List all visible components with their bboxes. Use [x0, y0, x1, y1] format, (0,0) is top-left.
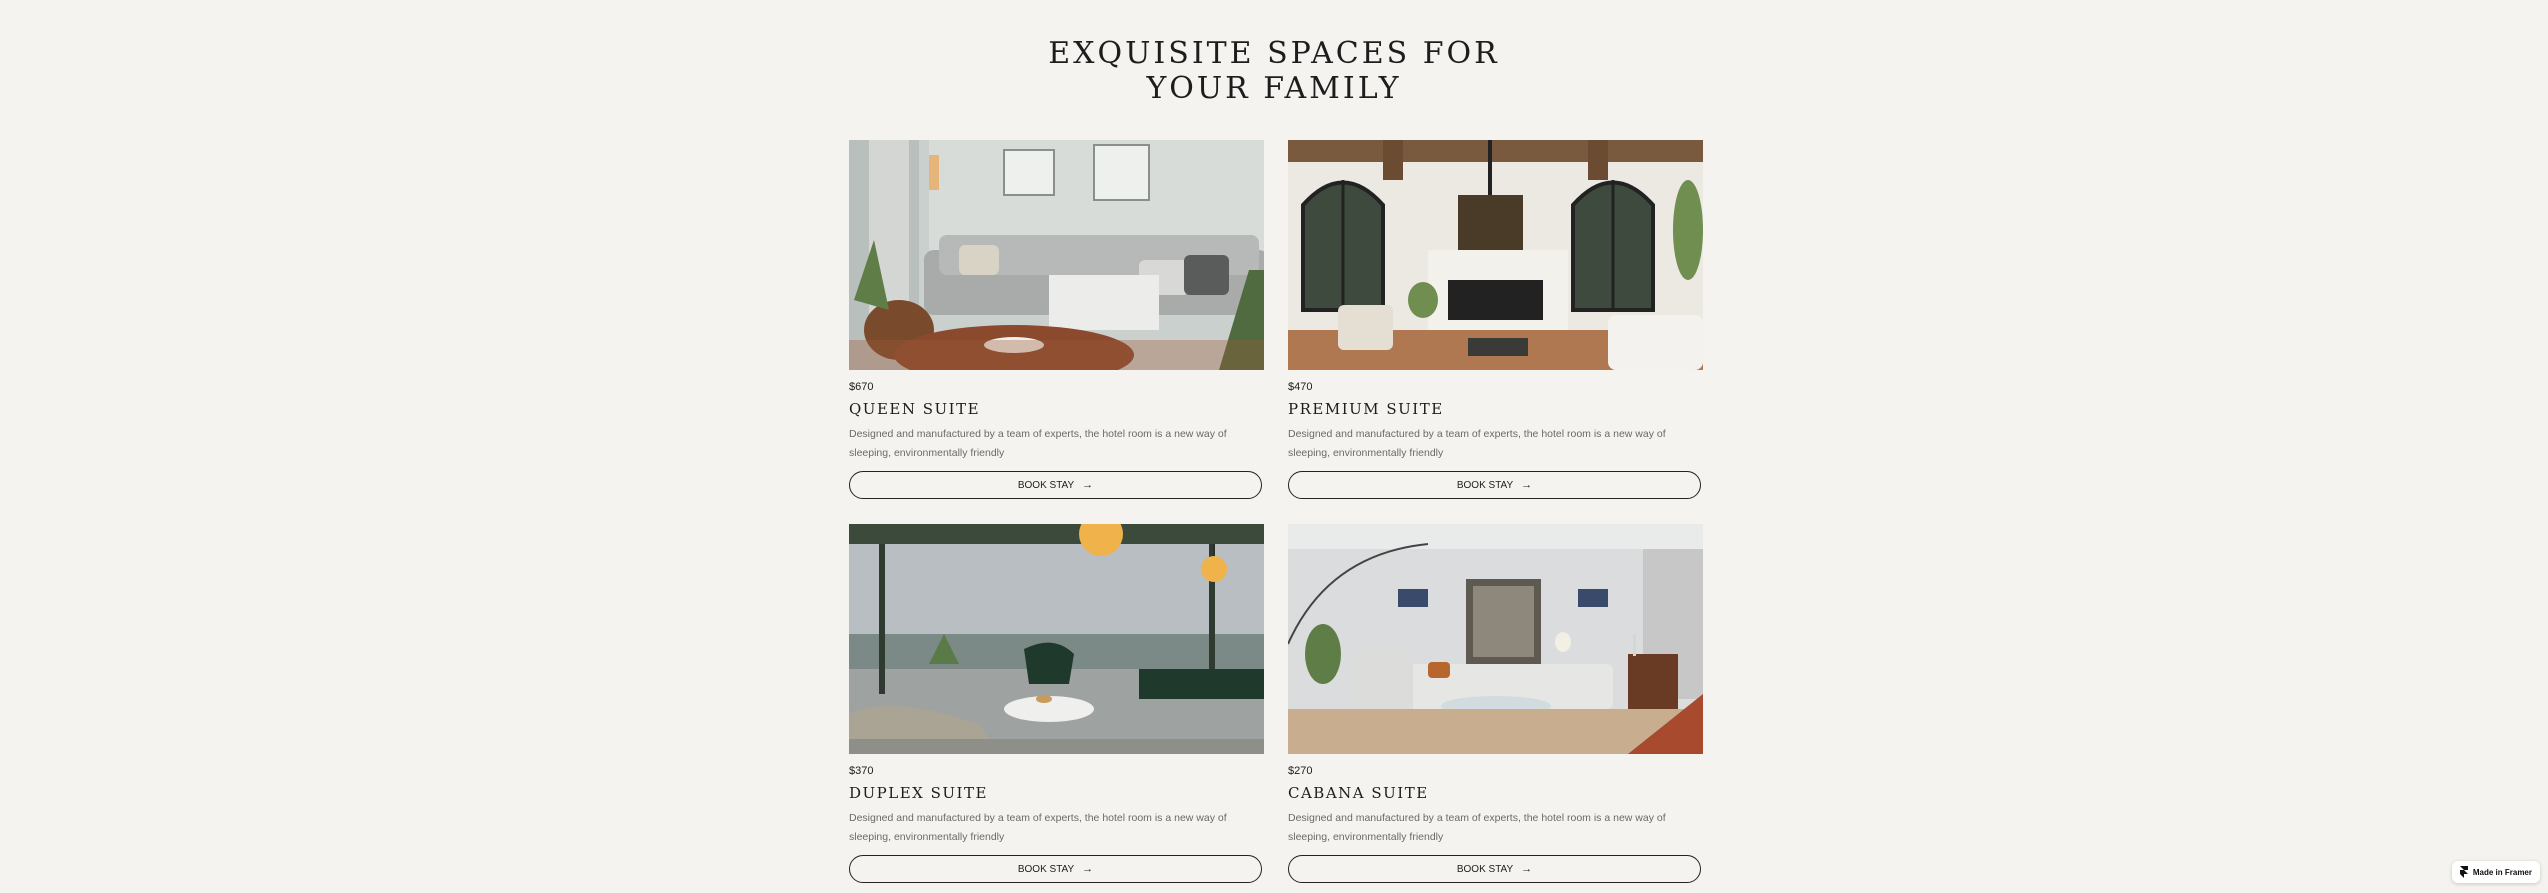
book-stay-label: BOOK STAY — [1017, 863, 1075, 875]
room-description: Designed and manufactured by a team of e… — [849, 428, 1227, 459]
book-stay-button[interactable]: BOOK STAY → — [1288, 471, 1701, 499]
room-price: $370 — [849, 765, 874, 777]
room-photo-city-view-living-room — [849, 524, 1264, 754]
framer-logo-icon — [2459, 866, 2468, 878]
room-card-premium-suite: $470 PREMIUM SUITE Designed and manufact… — [1288, 140, 1703, 499]
book-stay-button[interactable]: BOOK STAY → — [849, 471, 1262, 499]
section-title: EXQUISITE SPACES FOR YOUR FAMILY — [0, 36, 2548, 106]
room-description: Designed and manufactured by a team of e… — [1288, 812, 1666, 843]
section-title-line-2: YOUR FAMILY — [1146, 71, 1402, 106]
room-photo-living-room-sofa — [849, 140, 1264, 370]
room-price: $670 — [849, 381, 874, 393]
room-price: $470 — [1288, 381, 1313, 393]
room-card-cabana-suite: $270 CABANA SUITE Designed and manufactu… — [1288, 524, 1703, 883]
room-description: Designed and manufactured by a team of e… — [849, 812, 1227, 843]
page: EXQUISITE SPACES FOR YOUR FAMILY $670 QU… — [0, 0, 2548, 893]
badge-label: Made in Framer — [2472, 867, 2532, 877]
room-name: PREMIUM SUITE — [1288, 400, 1444, 418]
book-stay-label: BOOK STAY — [1456, 479, 1514, 491]
room-name: DUPLEX SUITE — [849, 784, 988, 802]
book-stay-label: BOOK STAY — [1017, 479, 1075, 491]
room-photo-arched-windows-fireplace — [1288, 140, 1703, 370]
room-card-duplex-suite: $370 DUPLEX SUITE Designed and manufactu… — [849, 524, 1264, 883]
book-stay-button[interactable]: BOOK STAY → — [1288, 855, 1701, 883]
book-stay-button[interactable]: BOOK STAY → — [849, 855, 1262, 883]
book-stay-label: BOOK STAY — [1456, 863, 1514, 875]
room-description: Designed and manufactured by a team of e… — [1288, 428, 1666, 459]
arrow-right-icon: → — [1521, 478, 1533, 491]
room-photo-sectional-sofa-lounge — [1288, 524, 1703, 754]
section-title-line-1: EXQUISITE SPACES FOR — [1048, 36, 1500, 71]
room-price: $270 — [1288, 765, 1313, 777]
room-name: CABANA SUITE — [1288, 784, 1429, 802]
arrow-right-icon: → — [1082, 862, 1094, 875]
room-name: QUEEN SUITE — [849, 400, 981, 418]
arrow-right-icon: → — [1521, 862, 1533, 875]
made-in-framer-badge[interactable]: Made in Framer — [2451, 861, 2540, 883]
arrow-right-icon: → — [1082, 478, 1094, 491]
room-card-queen-suite: $670 QUEEN SUITE Designed and manufactur… — [849, 140, 1264, 499]
